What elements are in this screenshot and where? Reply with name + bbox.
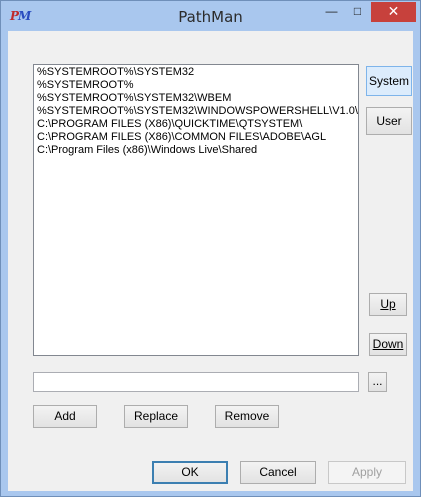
list-item[interactable]: C:\Program Files (x86)\Windows Live\Shar… [37, 144, 355, 157]
remove-button[interactable]: Remove [215, 405, 279, 428]
close-button[interactable]: ✕ [371, 2, 416, 22]
pathman-window: PM PathMan — □ ✕ %SYSTEMROOT%\SYSTEM32 %… [0, 0, 421, 497]
up-button[interactable]: Up [369, 293, 407, 316]
list-item[interactable]: C:\PROGRAM FILES (X86)\QUICKTIME\QTSYSTE… [37, 118, 355, 131]
title-bar[interactable]: PM PathMan — □ ✕ [1, 1, 420, 31]
maximize-button[interactable]: □ [344, 2, 371, 22]
browse-button[interactable]: ... [368, 372, 387, 392]
replace-button[interactable]: Replace [124, 405, 188, 428]
cancel-button[interactable]: Cancel [240, 461, 316, 484]
ok-button[interactable]: OK [152, 461, 228, 484]
list-item[interactable]: %SYSTEMROOT%\SYSTEM32 [37, 66, 355, 79]
list-item[interactable]: %SYSTEMROOT%\SYSTEM32\WBEM [37, 92, 355, 105]
list-item[interactable]: %SYSTEMROOT%\SYSTEM32\WINDOWSPOWERSHELL\… [37, 105, 358, 118]
add-button[interactable]: Add [33, 405, 97, 428]
path-edit-field[interactable] [33, 372, 359, 392]
user-button[interactable]: User [366, 107, 412, 135]
apply-button: Apply [328, 461, 406, 484]
down-button[interactable]: Down [369, 333, 407, 356]
minimize-button[interactable]: — [318, 2, 345, 22]
list-item[interactable]: %SYSTEMROOT% [37, 79, 355, 92]
system-button[interactable]: System [366, 66, 412, 96]
dialog-client-area: %SYSTEMROOT%\SYSTEM32 %SYSTEMROOT% %SYST… [8, 31, 413, 491]
list-item[interactable]: C:\PROGRAM FILES (X86)\COMMON FILES\ADOB… [37, 131, 355, 144]
path-listbox[interactable]: %SYSTEMROOT%\SYSTEM32 %SYSTEMROOT% %SYST… [33, 64, 359, 356]
